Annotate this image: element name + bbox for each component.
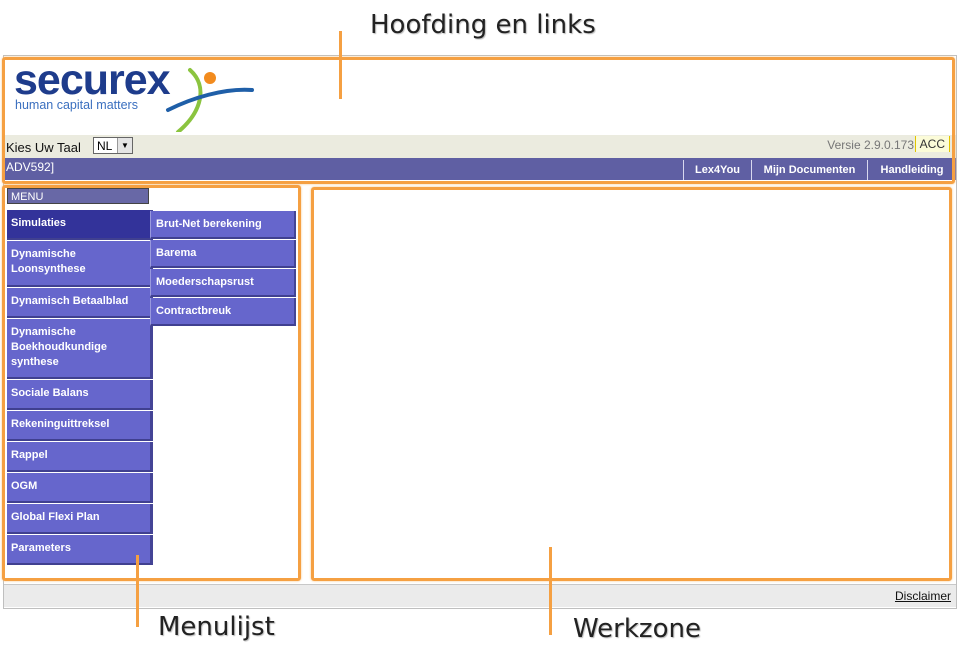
annotation-label-header: Hoofding en links [370,10,596,40]
annotation-label-menu: Menulijst [158,612,275,642]
annotation-line-menu [136,555,139,627]
disclaimer-link[interactable]: Disclaimer [895,589,951,603]
annotation-box-menu [2,185,301,581]
annotation-line-header [339,31,342,99]
annotation-box-workzone [311,187,952,581]
annotation-line-workzone [549,547,552,635]
annotation-label-workzone: Werkzone [573,614,701,644]
annotation-box-header [2,57,955,184]
footer: Disclaimer [4,584,956,607]
